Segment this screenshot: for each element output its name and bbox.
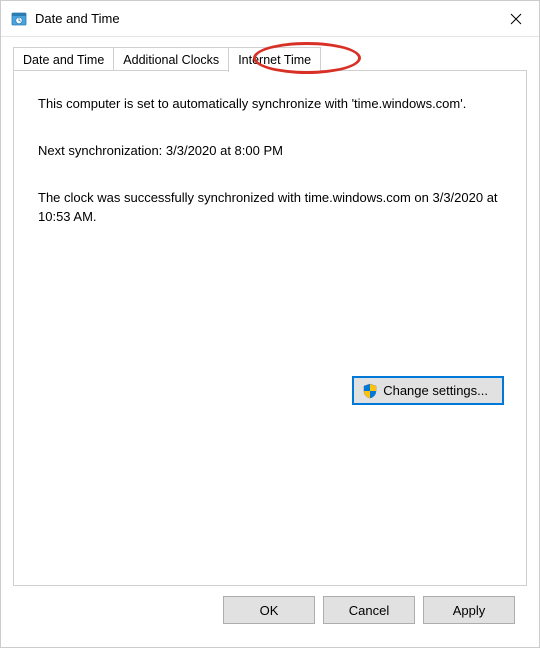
window-title: Date and Time	[35, 11, 493, 26]
titlebar: Date and Time	[1, 1, 539, 37]
apply-button[interactable]: Apply	[423, 596, 515, 624]
ok-button[interactable]: OK	[223, 596, 315, 624]
dialog-footer: OK Cancel Apply	[13, 586, 527, 624]
internet-time-panel: This computer is set to automatically sy…	[13, 70, 527, 586]
tab-internet-time[interactable]: Internet Time	[228, 47, 321, 72]
change-settings-label: Change settings...	[383, 383, 488, 398]
content-area: Date and Time Additional Clocks Internet…	[1, 37, 539, 636]
change-settings-button[interactable]: Change settings...	[352, 376, 504, 405]
tab-additional-clocks[interactable]: Additional Clocks	[113, 47, 229, 71]
close-icon	[510, 13, 522, 25]
close-button[interactable]	[493, 1, 539, 37]
tab-strip: Date and Time Additional Clocks Internet…	[13, 47, 527, 71]
last-sync-label: The clock was successfully synchronized …	[38, 189, 502, 227]
uac-shield-icon	[362, 383, 378, 399]
change-settings-wrap: Change settings...	[352, 376, 504, 405]
tab-date-and-time[interactable]: Date and Time	[13, 47, 114, 71]
cancel-button[interactable]: Cancel	[323, 596, 415, 624]
next-sync-label: Next synchronization: 3/3/2020 at 8:00 P…	[38, 142, 502, 161]
clock-icon	[11, 11, 27, 27]
sync-description: This computer is set to automatically sy…	[38, 95, 502, 114]
